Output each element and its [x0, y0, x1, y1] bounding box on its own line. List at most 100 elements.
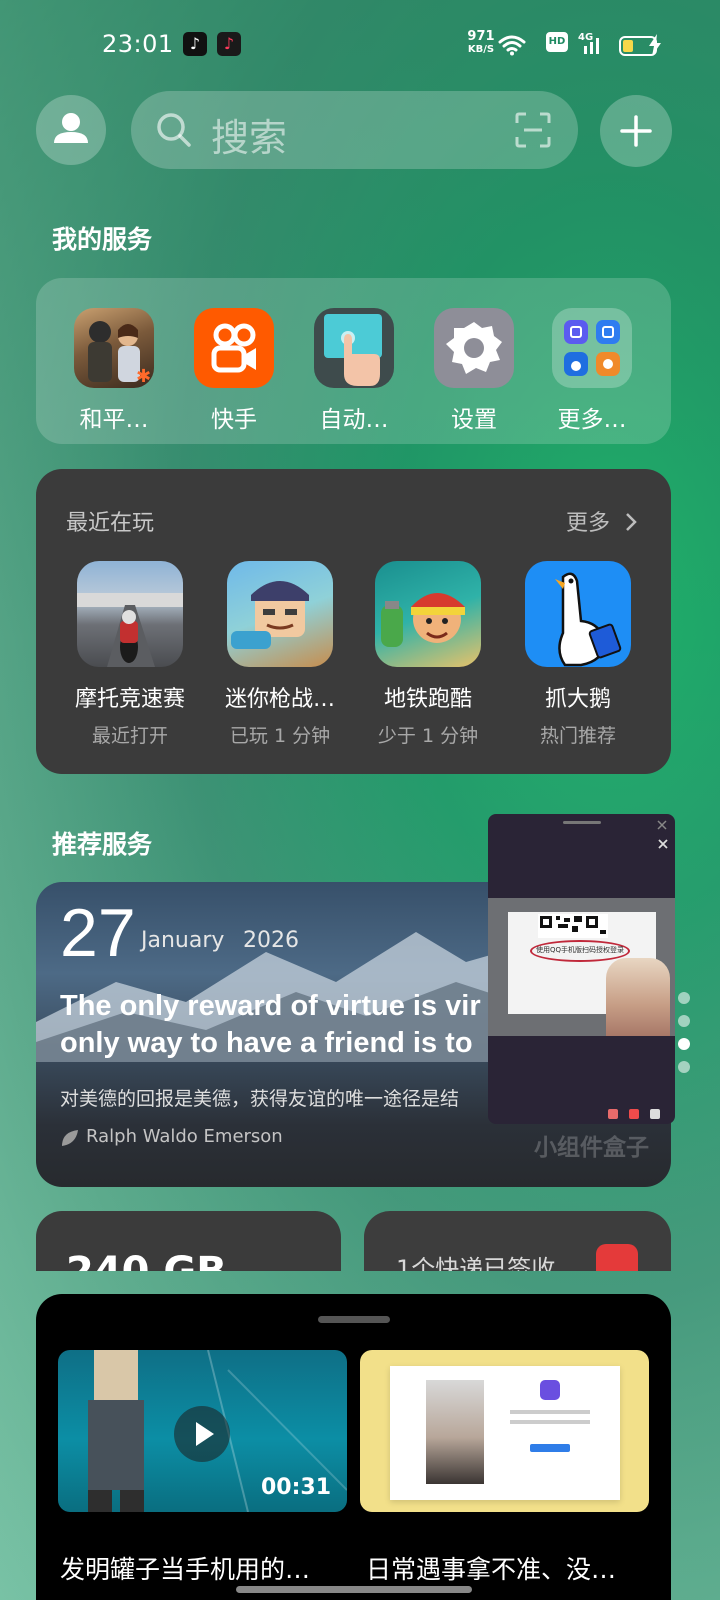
widget-watermark: 小组件盒子 [534, 1135, 649, 1161]
streamer-avatar [606, 958, 670, 1036]
pubg-app-icon: ✱ [74, 308, 154, 388]
chevron-right-icon [626, 513, 637, 531]
stream-preview: 使用QQ手机版扫码授权登录 [488, 898, 675, 1036]
my-services-card: ✱ 和平… 快手 自动… 设置 更多… [36, 278, 671, 444]
more-label: 更多 [565, 511, 610, 536]
quote-line: The only reward of virtue is vir [60, 990, 481, 1022]
service-more[interactable]: 更多… [542, 308, 642, 434]
close-icon[interactable] [657, 838, 669, 850]
service-label: 快手 [211, 407, 257, 433]
moto-racing-game-icon [77, 561, 183, 667]
signal-icon: 4G [578, 32, 599, 54]
search-icon [157, 113, 191, 147]
video-title[interactable]: 日常遇事拿不准、没… [366, 1550, 656, 1586]
add-button[interactable] [600, 95, 672, 167]
net-speed-value: 971 [467, 29, 495, 44]
storage-widget[interactable]: 240 GB [36, 1211, 341, 1271]
floating-video-window[interactable]: 使用QQ手机版扫码授权登录 [488, 814, 675, 1124]
game-subway-surfers[interactable]: 地铁跑酷 少于 1 分钟 [358, 561, 498, 748]
game-name: 迷你枪战… [224, 687, 335, 712]
drag-handle[interactable] [318, 1316, 390, 1323]
ad-cta-button [530, 1444, 570, 1452]
game-name: 地铁跑酷 [383, 687, 472, 712]
game-status: 最近打开 [91, 725, 168, 747]
play-button[interactable] [174, 1406, 230, 1462]
ad-photo [426, 1380, 484, 1484]
ad-text-line [510, 1420, 590, 1424]
net-speed: 971 KB/S [466, 30, 496, 56]
recent-games-card: 最近在玩 更多 摩托竞速赛 最近打开 迷你枪战… 已玩 1 分钟 地铁跑酷 少于… [36, 469, 671, 774]
close-icon[interactable] [656, 819, 668, 831]
page-dot[interactable] [678, 992, 690, 1004]
search-bar[interactable]: 搜索 [131, 91, 578, 169]
video-thumbnail[interactable]: 00:31 [58, 1350, 347, 1512]
page-dot[interactable] [678, 1061, 690, 1073]
game-name: 抓大鹅 [544, 687, 611, 712]
game-status: 已玩 1 分钟 [229, 725, 331, 747]
service-auto-click[interactable]: 自动… [304, 308, 404, 434]
express-app-icon [596, 1244, 638, 1271]
video-duration: 00:31 [260, 1475, 331, 1500]
catch-goose-game-icon [525, 561, 631, 667]
service-label: 更多… [557, 407, 627, 433]
settings-app-icon [434, 308, 514, 388]
page-dot[interactable] [678, 1015, 690, 1027]
express-status: 1个快递已签收 [396, 1255, 556, 1271]
hd-icon: HD [546, 32, 568, 52]
page-dot-active[interactable] [678, 1038, 690, 1050]
game-moto-racing[interactable]: 摩托竞速赛 最近打开 [60, 561, 200, 748]
mini-toolbar [608, 1104, 668, 1119]
play-icon [196, 1422, 214, 1446]
recent-more-link[interactable]: 更多 [566, 505, 639, 537]
status-time: 23:01 [102, 30, 174, 58]
drag-handle[interactable] [563, 821, 601, 824]
user-icon [54, 113, 88, 143]
charging-icon [649, 34, 661, 56]
service-label: 设置 [451, 407, 497, 433]
tiktok-icon: ♪ [217, 32, 241, 56]
recommended-title: 推荐服务 [52, 830, 153, 859]
plus-icon [620, 115, 652, 147]
qr-code-icon [538, 914, 608, 938]
quote-translation: 对美德的回报是美德，获得友谊的唯一途径是结 [60, 1088, 460, 1110]
video-thumbnail[interactable] [360, 1350, 649, 1512]
storage-value: 240 GB [66, 1249, 227, 1271]
auto-click-app-icon [314, 308, 394, 388]
quote-month: January [141, 928, 225, 953]
quote-year: 2026 [243, 928, 299, 953]
wifi-icon [498, 35, 526, 56]
search-input[interactable]: 搜索 [211, 107, 287, 162]
service-pubg[interactable]: ✱ 和平… [64, 308, 164, 434]
quote-author: Ralph Waldo Emerson [86, 1126, 283, 1147]
page-indicator [678, 992, 690, 1084]
game-mini-shooter[interactable]: 迷你枪战… 已玩 1 分钟 [210, 561, 350, 748]
service-kuaishou[interactable]: 快手 [184, 308, 284, 434]
status-bar: 23:01 ♪ ♪ 971 KB/S HD 4G [0, 0, 720, 92]
scan-icon[interactable] [515, 112, 551, 148]
game-status: 少于 1 分钟 [377, 725, 479, 747]
more-apps-icon [552, 308, 632, 388]
ad-text-line [510, 1410, 590, 1414]
home-indicator[interactable] [236, 1586, 472, 1593]
recent-games-title: 最近在玩 [66, 511, 155, 536]
qr-caption: 使用QQ手机版扫码授权登录 [536, 946, 625, 954]
game-catch-goose[interactable]: 抓大鹅 热门推荐 [508, 561, 648, 748]
quote-day: 27 [60, 895, 136, 971]
mini-shooter-game-icon [227, 561, 333, 667]
svg-text:✱: ✱ [136, 366, 151, 387]
avatar-button[interactable] [36, 95, 106, 165]
tiktok-icon: ♪ [183, 32, 207, 56]
leaf-icon [62, 1130, 78, 1146]
service-label: 和平… [79, 407, 149, 433]
express-widget[interactable]: 1个快递已签收 [364, 1211, 671, 1271]
service-label: 自动… [319, 407, 389, 433]
service-settings[interactable]: 设置 [424, 308, 524, 434]
kuaishou-app-icon [194, 308, 274, 388]
video-title[interactable]: 发明罐子当手机用的… [60, 1550, 350, 1586]
game-status: 热门推荐 [539, 725, 616, 747]
app-logo-icon [540, 1380, 560, 1400]
net-speed-unit: KB/S [467, 44, 495, 55]
my-services-title: 我的服务 [52, 225, 153, 254]
game-name: 摩托竞速赛 [74, 687, 185, 712]
quote-line: only way to have a friend is to [60, 1027, 473, 1059]
